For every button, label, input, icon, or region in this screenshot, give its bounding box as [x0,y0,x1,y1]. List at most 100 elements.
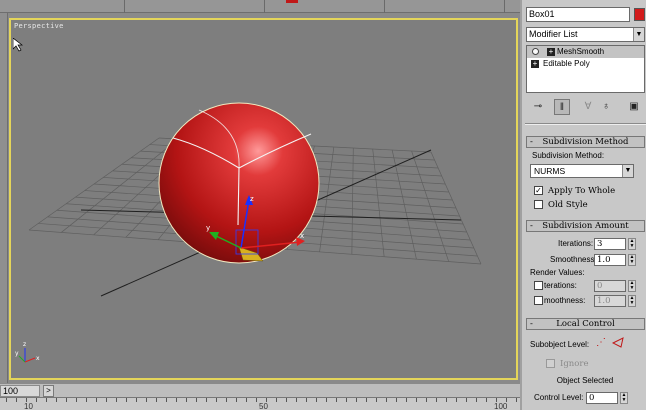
svg-text:x: x [300,232,304,240]
frame-counter[interactable]: 100 [0,385,40,397]
rollout-title: Local Control [556,319,615,329]
render-iterations-spinner[interactable]: 0 ▲ ▼ [594,280,636,292]
ruler-tick [36,398,37,402]
viewport-scene[interactable]: z y x z x y [11,20,516,378]
world-axis-tripod: z x y [15,341,40,363]
stack-item-editable-poly[interactable]: + Editable Poly [527,58,644,70]
ruler-tick [46,398,47,402]
ruler-tick [376,398,377,402]
grid-line [430,151,482,265]
subdivision-method-select[interactable]: NURMS ▼ [530,164,634,178]
spinner-arrows-icon[interactable]: ▲ ▼ [628,295,636,307]
object-color-swatch[interactable] [634,8,645,21]
ruler-tick [216,398,217,402]
svg-text:z: z [23,341,26,348]
subdivision-method-label: Subdivision Method: [532,151,605,160]
ruler-tick [66,398,67,402]
control-level-label: Control Level: [534,393,584,402]
ruler-tick [356,398,357,402]
ruler-tick [156,398,157,402]
next-frame-button[interactable]: > [43,385,54,397]
object-name-field[interactable]: Box01 [526,7,630,22]
ruler-tick [426,398,427,402]
chevron-down-icon: ▼ [622,165,633,177]
render-smoothness-checkbox[interactable] [534,296,543,305]
modifier-list-dropdown[interactable]: Modifier List ▼ [526,27,645,42]
rollout-local-control[interactable]: - Local Control [526,318,645,330]
rollout-title: Subdivision Method [542,137,629,147]
ruler-tick [456,398,457,402]
divider [525,123,646,125]
ruler-tick [386,398,387,402]
viewport-top-strip [0,0,520,13]
red-marker [286,0,298,3]
control-level-spinner[interactable]: 0 ▲ ▼ [586,392,628,404]
svg-text:x: x [36,355,40,362]
expand-icon[interactable]: + [531,60,539,68]
ruler-tick [146,398,147,402]
ruler-tick [406,398,407,402]
apply-to-whole-label: Apply To Whole [548,186,616,196]
old-style-checkbox[interactable] [534,200,543,209]
selection-status: Object Selected [556,376,614,385]
rollout-subdivision-method[interactable]: - Subdivision Method [526,136,645,148]
make-unique-icon[interactable]: ∀ [580,99,596,115]
spinner-arrows-icon[interactable]: ▲ ▼ [628,238,636,250]
remove-modifier-icon[interactable]: ♁ [598,99,614,115]
ruler-tick [196,398,197,402]
render-smoothness-spinner[interactable]: 1.0 ▲ ▼ [594,295,636,307]
ignore-backfacing-checkbox[interactable] [546,359,555,368]
vertex-icon[interactable]: ⋰ [596,337,606,348]
stack-item-meshsmooth[interactable]: + MeshSmooth [527,46,644,58]
ruler-tick [336,398,337,402]
ruler-number: 10 [24,402,33,410]
mouse-pointer-icon [13,38,23,52]
ruler-tick [236,398,237,402]
ruler-tick [186,398,187,402]
ruler-tick [306,398,307,402]
ruler-tick [16,398,17,402]
ruler-tick [446,398,447,402]
stack-item-label: Editable Poly [543,59,590,68]
expand-icon[interactable]: + [547,48,555,56]
ruler-tick [116,398,117,402]
ruler-number: 50 [259,402,268,410]
chevron-down-icon: ▼ [633,28,644,41]
ruler-tick [86,398,87,402]
ruler-tick [56,398,57,402]
smoothness-spinner[interactable]: 1.0 ▲ ▼ [594,254,636,266]
ignore-label: Ignore [560,359,589,369]
ruler-tick [366,398,367,402]
configure-modifier-sets-icon[interactable]: ▣ [626,99,642,115]
perspective-viewport[interactable]: Perspective z y x z x y [9,18,518,380]
ruler-tick [106,398,107,402]
show-end-result-icon[interactable]: ‖ [554,99,570,115]
rollout-title: Subdivision Amount [542,221,629,231]
viewport-left-strip [0,13,8,383]
time-slider[interactable]: 100 > [0,383,520,397]
render-values-label: Render Values: [530,268,585,277]
old-style-label: Old Style [548,200,588,210]
spinner-arrows-icon[interactable]: ▲ ▼ [628,280,636,292]
track-bar-ruler[interactable]: 10 50 100 [0,397,520,410]
iterations-spinner[interactable]: 3 ▲ ▼ [594,238,636,250]
ruler-tick [316,398,317,402]
ruler-tick [516,398,517,402]
ruler-tick [76,398,77,402]
lightbulb-icon[interactable] [532,48,539,55]
rollout-subdivision-amount[interactable]: - Subdivision Amount [526,220,645,232]
stack-item-label: MeshSmooth [557,47,605,56]
pin-stack-icon[interactable]: ⊸ [530,99,546,115]
ruler-tick [166,398,167,402]
ruler-tick [206,398,207,402]
spinner-arrows-icon[interactable]: ▲ ▼ [620,392,628,404]
render-iterations-checkbox[interactable] [534,281,543,290]
spinner-arrows-icon[interactable]: ▲ ▼ [628,254,636,266]
ruler-tick [296,398,297,402]
modifier-stack[interactable]: + MeshSmooth + Editable Poly [526,45,645,93]
svg-text:z: z [250,195,254,203]
command-panel: Box01 Modifier List ▼ + MeshSmooth + Edi… [520,0,646,410]
edge-icon[interactable] [612,337,624,348]
ruler-tick [276,398,277,402]
apply-to-whole-checkbox[interactable]: ✓ [534,186,543,195]
